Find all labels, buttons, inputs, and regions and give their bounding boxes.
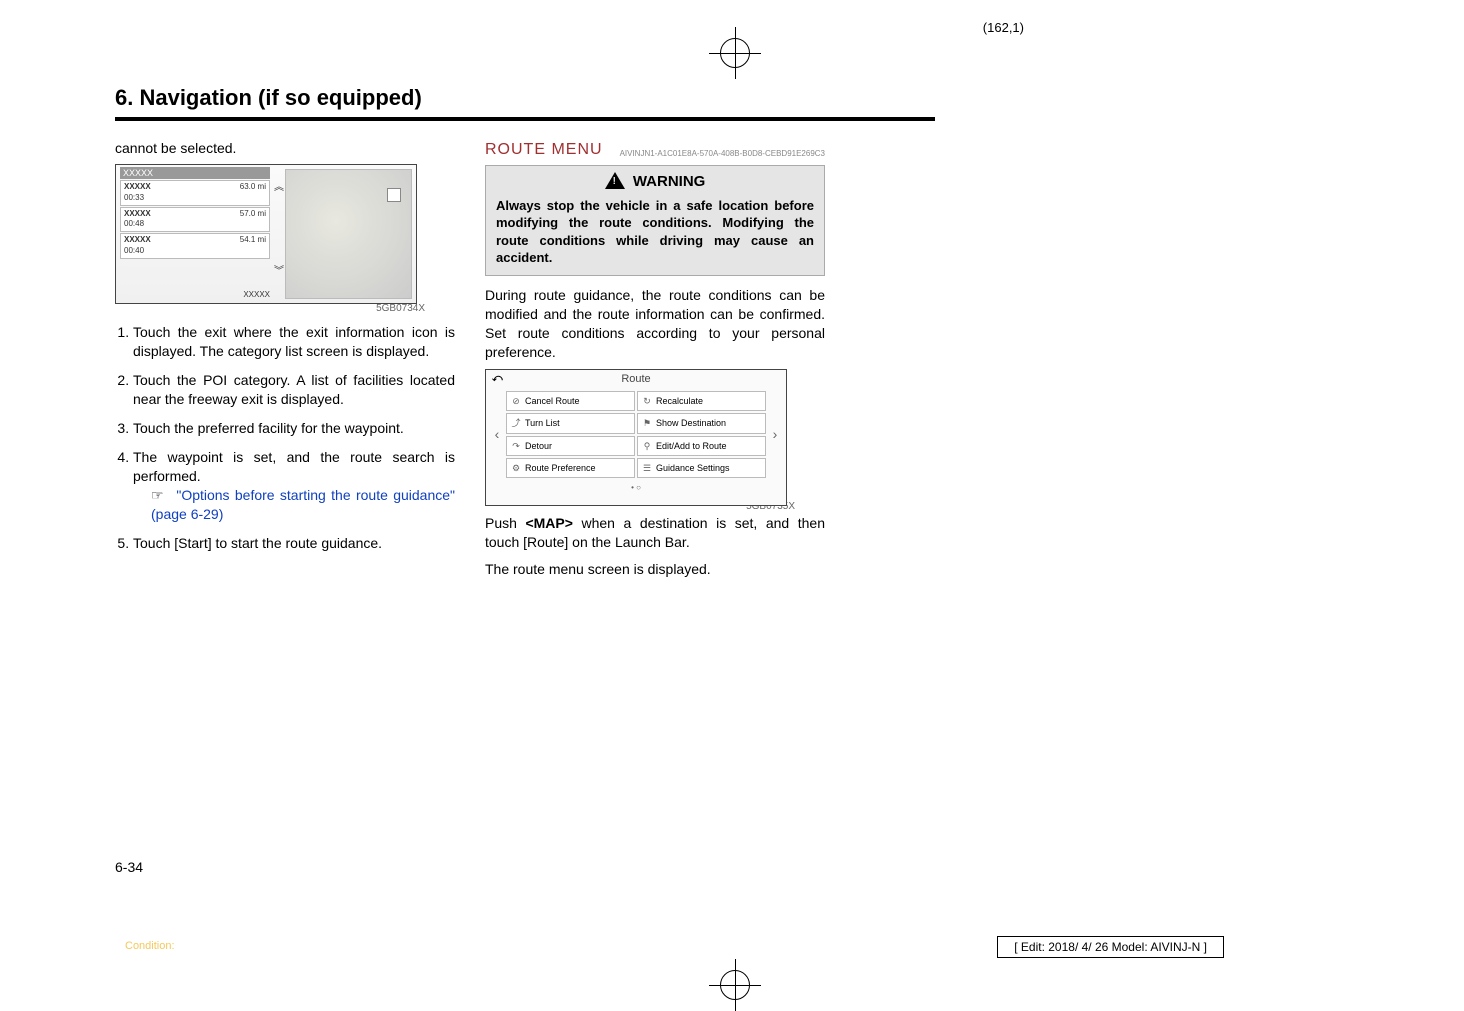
instruction-steps: Touch the exit where the exit informatio… <box>115 323 455 553</box>
freeway-exit-screenshot: XXXXX XXXXX00:33 63.0 mi XXXXX00:48 57.0… <box>115 164 417 304</box>
cancel-route-btn: ⊘Cancel Route <box>506 391 635 411</box>
registration-mark-top <box>720 38 750 68</box>
fw-header: XXXXX <box>120 167 270 179</box>
pointer-icon <box>151 486 171 505</box>
step-1: Touch the exit where the exit informatio… <box>133 323 455 361</box>
pagination-dots: • ○ <box>486 483 786 494</box>
route-shot-title: Route <box>486 370 786 389</box>
guidance-settings-btn: ☰Guidance Settings <box>637 458 766 478</box>
warning-box: WARNING Always stop the vehicle in a saf… <box>485 165 825 275</box>
route-menu-para-2: Push <MAP> when a destination is set, an… <box>485 514 825 552</box>
edit-info-box: [ Edit: 2018/ 4/ 26 Model: AIVINJ-N ] <box>997 936 1224 958</box>
page-indicator: (162,1) <box>983 20 1024 35</box>
registration-mark-bottom <box>720 970 750 1000</box>
show-destination-btn: ⚑Show Destination <box>637 413 766 433</box>
fw-bottom-right: XXXXX <box>243 290 270 301</box>
image-ref-1: 5GB0734X <box>115 302 425 316</box>
fw-row: XXXXX00:33 63.0 mi <box>120 180 270 206</box>
page-number: 6-34 <box>115 859 143 875</box>
cross-reference-link: "Options before starting the route guida… <box>151 486 455 525</box>
warning-triangle-icon <box>605 172 625 189</box>
left-column: cannot be selected. XXXXX XXXXX00:33 63.… <box>115 139 455 587</box>
edit-add-route-btn: ⚲Edit/Add to Route <box>637 436 766 456</box>
condition-label: Condition: <box>125 940 175 952</box>
step-3: Touch the preferred facility for the way… <box>133 419 455 438</box>
page-left-icon: ‹ <box>490 391 504 478</box>
right-column: ROUTE MENU AIVINJN1-A1C01E8A-570A-408B-B… <box>485 139 825 587</box>
scroll-up-icon: ︽ <box>272 181 286 195</box>
chapter-title: 6. Navigation (if so equipped) <box>115 85 935 121</box>
map-preview <box>285 169 412 299</box>
route-menu-screenshot: ⤺ Route ‹ ⊘Cancel Route ↻Recalculate › ⤴… <box>485 369 787 506</box>
step-2: Touch the POI category. A list of facili… <box>133 371 455 409</box>
detour-btn: ↷Detour <box>506 436 635 456</box>
page-right-icon: › <box>768 391 782 478</box>
turn-list-btn: ⤴Turn List <box>506 413 635 433</box>
warning-body: Always stop the vehicle in a safe locati… <box>496 197 814 267</box>
continued-text: cannot be selected. <box>115 139 455 158</box>
recalculate-btn: ↻Recalculate <box>637 391 766 411</box>
back-icon: ⤺ <box>492 372 503 386</box>
route-menu-para-1: During route guidance, the route conditi… <box>485 286 825 362</box>
fw-row: XXXXX00:48 57.0 mi <box>120 207 270 233</box>
step-5: Touch [Start] to start the route guidanc… <box>133 534 455 553</box>
route-menu-para-3: The route menu screen is displayed. <box>485 560 825 579</box>
page-content: 6. Navigation (if so equipped) cannot be… <box>115 85 935 885</box>
scroll-down-icon: ︾ <box>272 265 286 279</box>
route-preference-btn: ⚙Route Preference <box>506 458 635 478</box>
warning-header: WARNING <box>496 172 814 192</box>
fw-row: XXXXX00:40 54.1 mi <box>120 233 270 259</box>
step-4: The waypoint is set, and the route searc… <box>133 448 455 524</box>
warning-label: WARNING <box>633 173 706 190</box>
